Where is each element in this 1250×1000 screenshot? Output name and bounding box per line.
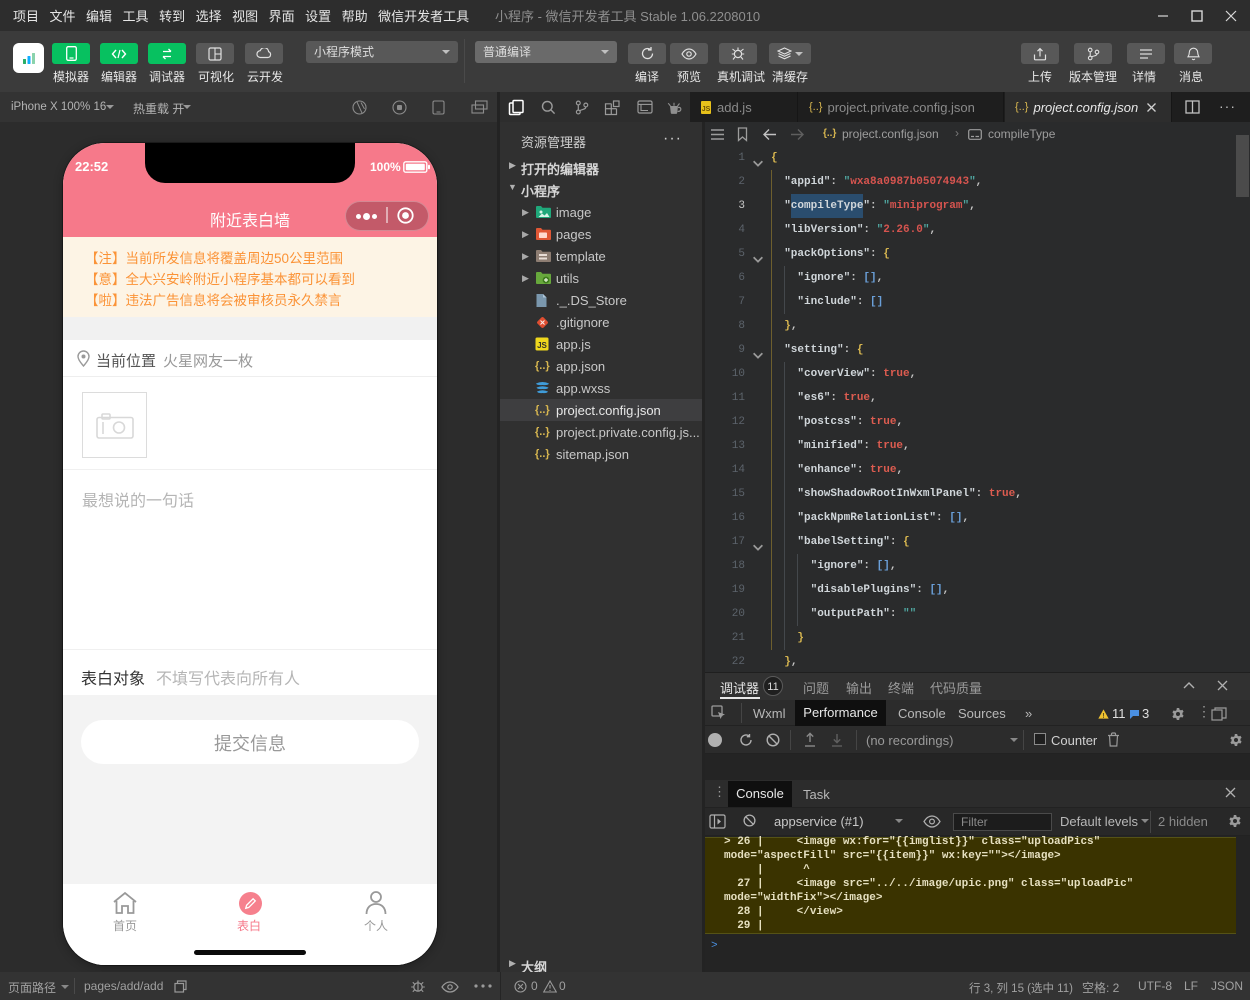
svg-text:JS: JS	[702, 106, 711, 113]
svg-text:JS: JS	[537, 341, 547, 350]
svg-text:!: !	[1102, 711, 1104, 719]
